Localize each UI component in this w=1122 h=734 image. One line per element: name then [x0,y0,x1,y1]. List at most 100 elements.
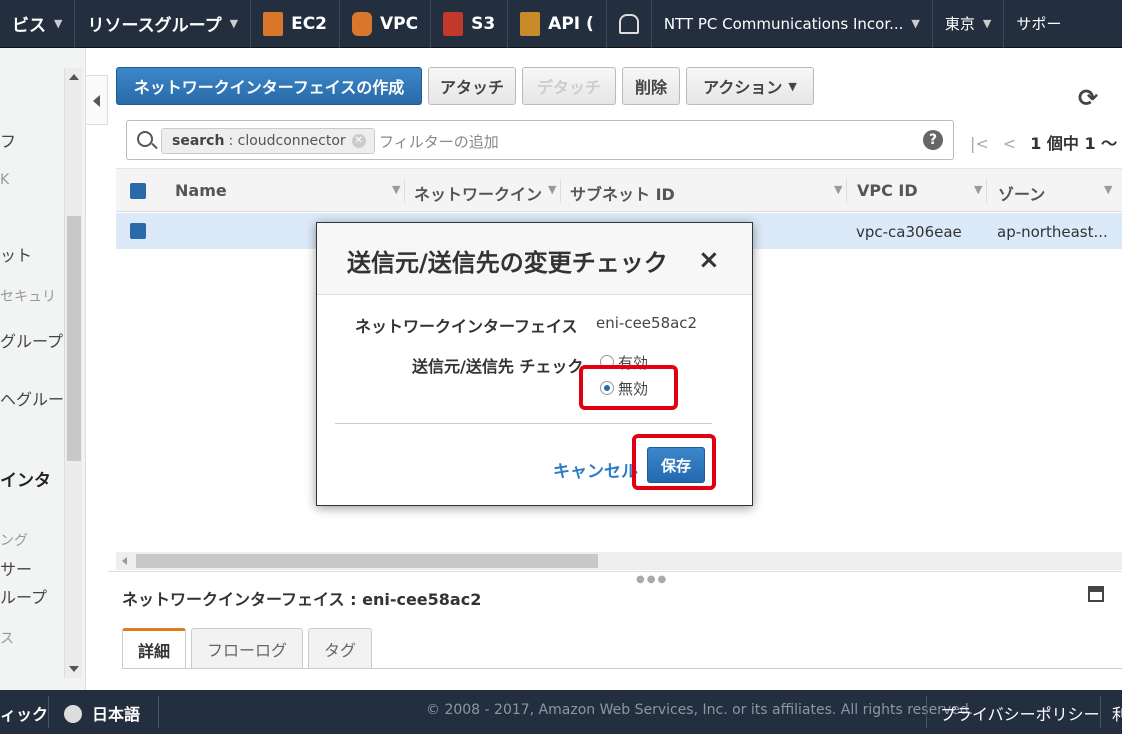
scrollbar-thumb[interactable] [136,554,598,568]
column-separator [560,179,561,203]
shortcut-label: API ( [548,13,594,34]
shortcut-vpc[interactable]: VPC [340,0,432,48]
filter-placeholder[interactable]: フィルターの追加 [379,131,499,152]
sidebar-item[interactable]: セキュリ [0,286,56,306]
pagination: |< <1 個中 1 〜 1 [970,130,1122,154]
footer-separator [158,696,159,728]
table-header: Name ▼ ネットワークイン ▼ サブネット ID ▼ VPC ID ▼ ゾー… [116,168,1122,212]
sidebar-item-network-interfaces[interactable]: インタ [0,466,51,491]
footer-separator [926,696,927,728]
sidebar-item[interactable]: ット [0,242,32,266]
column-header-vpc-id[interactable]: VPC ID [857,181,918,200]
dialog-title: 送信元/送信先の変更チェック [347,249,668,277]
cell-zone: ap-northeast... [997,223,1108,241]
chevron-down-icon: ▼ [982,17,992,30]
scrollbar-thumb[interactable] [67,216,81,461]
sort-icon[interactable]: ▼ [974,183,982,196]
tab-tags[interactable]: タグ [308,628,373,668]
support-label: サポー [1016,15,1062,33]
sidebar-item[interactable]: ヘグルー [0,386,64,410]
cancel-button[interactable]: キャンセル [553,457,638,482]
s3-icon [443,11,464,36]
chevron-down-icon: ▼ [911,17,920,30]
row-checkbox[interactable] [130,223,146,239]
account-menu[interactable]: NTT PC Communications Incor... ▼ [652,0,933,48]
first-page-icon[interactable]: |< [970,134,989,153]
column-header-network-interface[interactable]: ネットワークイン [414,181,542,205]
services-menu[interactable]: ビス ▼ [0,0,76,48]
privacy-policy-link[interactable]: プライバシーポリシー [940,701,1100,725]
prev-page-icon[interactable]: < [1003,134,1016,153]
shortcut-ec2[interactable]: EC2 [251,0,340,48]
column-header-zone[interactable]: ゾーン [998,181,1045,205]
language-label: 日本語 [92,705,141,724]
resource-groups-menu[interactable]: リソースグループ ▼ [75,0,252,48]
scroll-left-icon[interactable] [122,557,127,565]
terms-link[interactable]: 利 [1112,701,1122,725]
sort-icon[interactable]: ▼ [1104,183,1112,196]
eni-label: ネットワークインターフェイス [355,317,578,336]
scroll-down-icon[interactable] [69,666,79,672]
token-value: : cloudconnector [228,133,346,149]
column-header-subnet-id[interactable]: サブネット ID [570,181,675,205]
shortcut-s3[interactable]: S3 [431,0,509,48]
sidebar-item[interactable]: サー [0,556,32,580]
sort-icon[interactable]: ▼ [834,183,842,196]
notifications-button[interactable] [607,0,652,48]
shortcut-label: S3 [471,13,496,34]
select-all-checkbox[interactable] [130,183,146,199]
language-selector[interactable]: 日本語 [64,701,140,725]
sidebar-collapse-button[interactable] [86,75,108,125]
token-key: search [172,133,225,149]
services-label: ビス [12,16,46,36]
detail-title: ネットワークインターフェイス : eni-cee58ac2 [122,590,482,609]
detail-tabs: 詳細 フローログ タグ [122,628,377,668]
sidebar-scrollbar[interactable] [64,68,82,678]
filter-token[interactable]: search: cloudconnector ✕ [161,128,375,154]
close-icon[interactable]: × [698,245,720,275]
attach-button[interactable]: アタッチ [428,67,516,105]
horizontal-scrollbar[interactable] [116,552,1122,570]
region-label: 東京 [944,15,975,33]
feedback-link[interactable]: ィック [0,701,48,725]
region-menu[interactable]: 東京 ▼ [933,0,1005,48]
tab-details[interactable]: 詳細 [122,628,187,668]
chevron-down-icon: ▼ [788,79,797,93]
sidebar-item[interactable]: グループ [0,328,63,352]
scroll-up-icon[interactable] [69,74,79,80]
actions-button[interactable]: アクション ▼ [686,67,814,105]
remove-token-icon[interactable]: ✕ [351,134,366,148]
chevron-down-icon: ▼ [229,17,239,30]
sidebar-item[interactable]: ス [0,628,14,648]
api-gateway-icon [520,11,541,36]
sidebar-item[interactable]: ング [0,530,28,550]
sort-icon[interactable]: ▼ [392,183,400,196]
pager-text: 1 個中 1 〜 1 [1030,134,1122,153]
actions-label: アクション [703,78,783,97]
support-menu[interactable]: サポー [1004,0,1073,48]
ec2-icon [263,11,284,36]
maximize-icon[interactable] [1088,586,1104,602]
tab-flow-logs[interactable]: フローログ [191,628,304,668]
help-icon[interactable]: ? [923,130,943,150]
refresh-icon[interactable]: ⟳ [1078,84,1098,112]
sort-icon[interactable]: ▼ [548,183,556,196]
column-separator [846,179,847,203]
column-separator [404,179,405,203]
detach-button[interactable]: デタッチ [522,67,616,105]
filter-bar[interactable]: search: cloudconnector ✕ フィルターの追加 ? [126,120,954,160]
bell-icon [618,13,639,34]
resize-handle[interactable]: ●●● [636,574,668,585]
column-header-name[interactable]: Name [175,181,227,200]
shortcut-api[interactable]: API ( [508,0,607,48]
sidebar-item[interactable]: フ [0,128,16,152]
highlight-box-disabled-option [579,365,678,410]
cell-vpc-id: vpc-ca306eae [856,223,962,241]
sidebar-item[interactable]: K [0,172,9,188]
create-network-interface-button[interactable]: ネットワークインターフェイスの作成 [116,67,422,105]
sidebar-item[interactable]: ループ [0,584,47,608]
delete-button[interactable]: 削除 [622,67,680,105]
chevron-down-icon: ▼ [54,17,63,30]
top-navigation-bar: ビス ▼ リソースグループ ▼ EC2 VPC S3 API ( NTT PC Co… [0,0,1122,48]
shortcut-label: VPC [380,13,419,34]
